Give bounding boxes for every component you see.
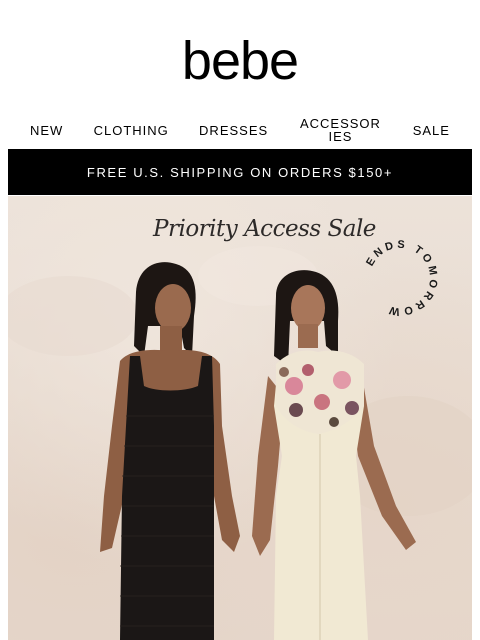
- nav-item-clothing[interactable]: CLOTHING: [94, 124, 169, 137]
- promo-banner-text: FREE U.S. SHIPPING ON ORDERS $150+: [86, 164, 394, 180]
- nav-item-sale[interactable]: SALE: [413, 124, 450, 137]
- main-nav: NEW CLOTHING DRESSES ACCESSORIES SALE: [30, 114, 450, 146]
- models-photo: [8, 246, 472, 640]
- hero-image[interactable]: Priority Access Sale ENDS TOMORROW: [8, 196, 472, 640]
- nav-item-dresses[interactable]: DRESSES: [199, 124, 268, 137]
- promo-banner[interactable]: FREE U.S. SHIPPING ON ORDERS $150+: [8, 149, 472, 195]
- nav-item-accessories[interactable]: ACCESSORIES: [298, 117, 382, 143]
- header: bebe: [0, 34, 480, 88]
- nav-item-new[interactable]: NEW: [30, 124, 63, 137]
- brand-logo[interactable]: bebe: [182, 34, 299, 88]
